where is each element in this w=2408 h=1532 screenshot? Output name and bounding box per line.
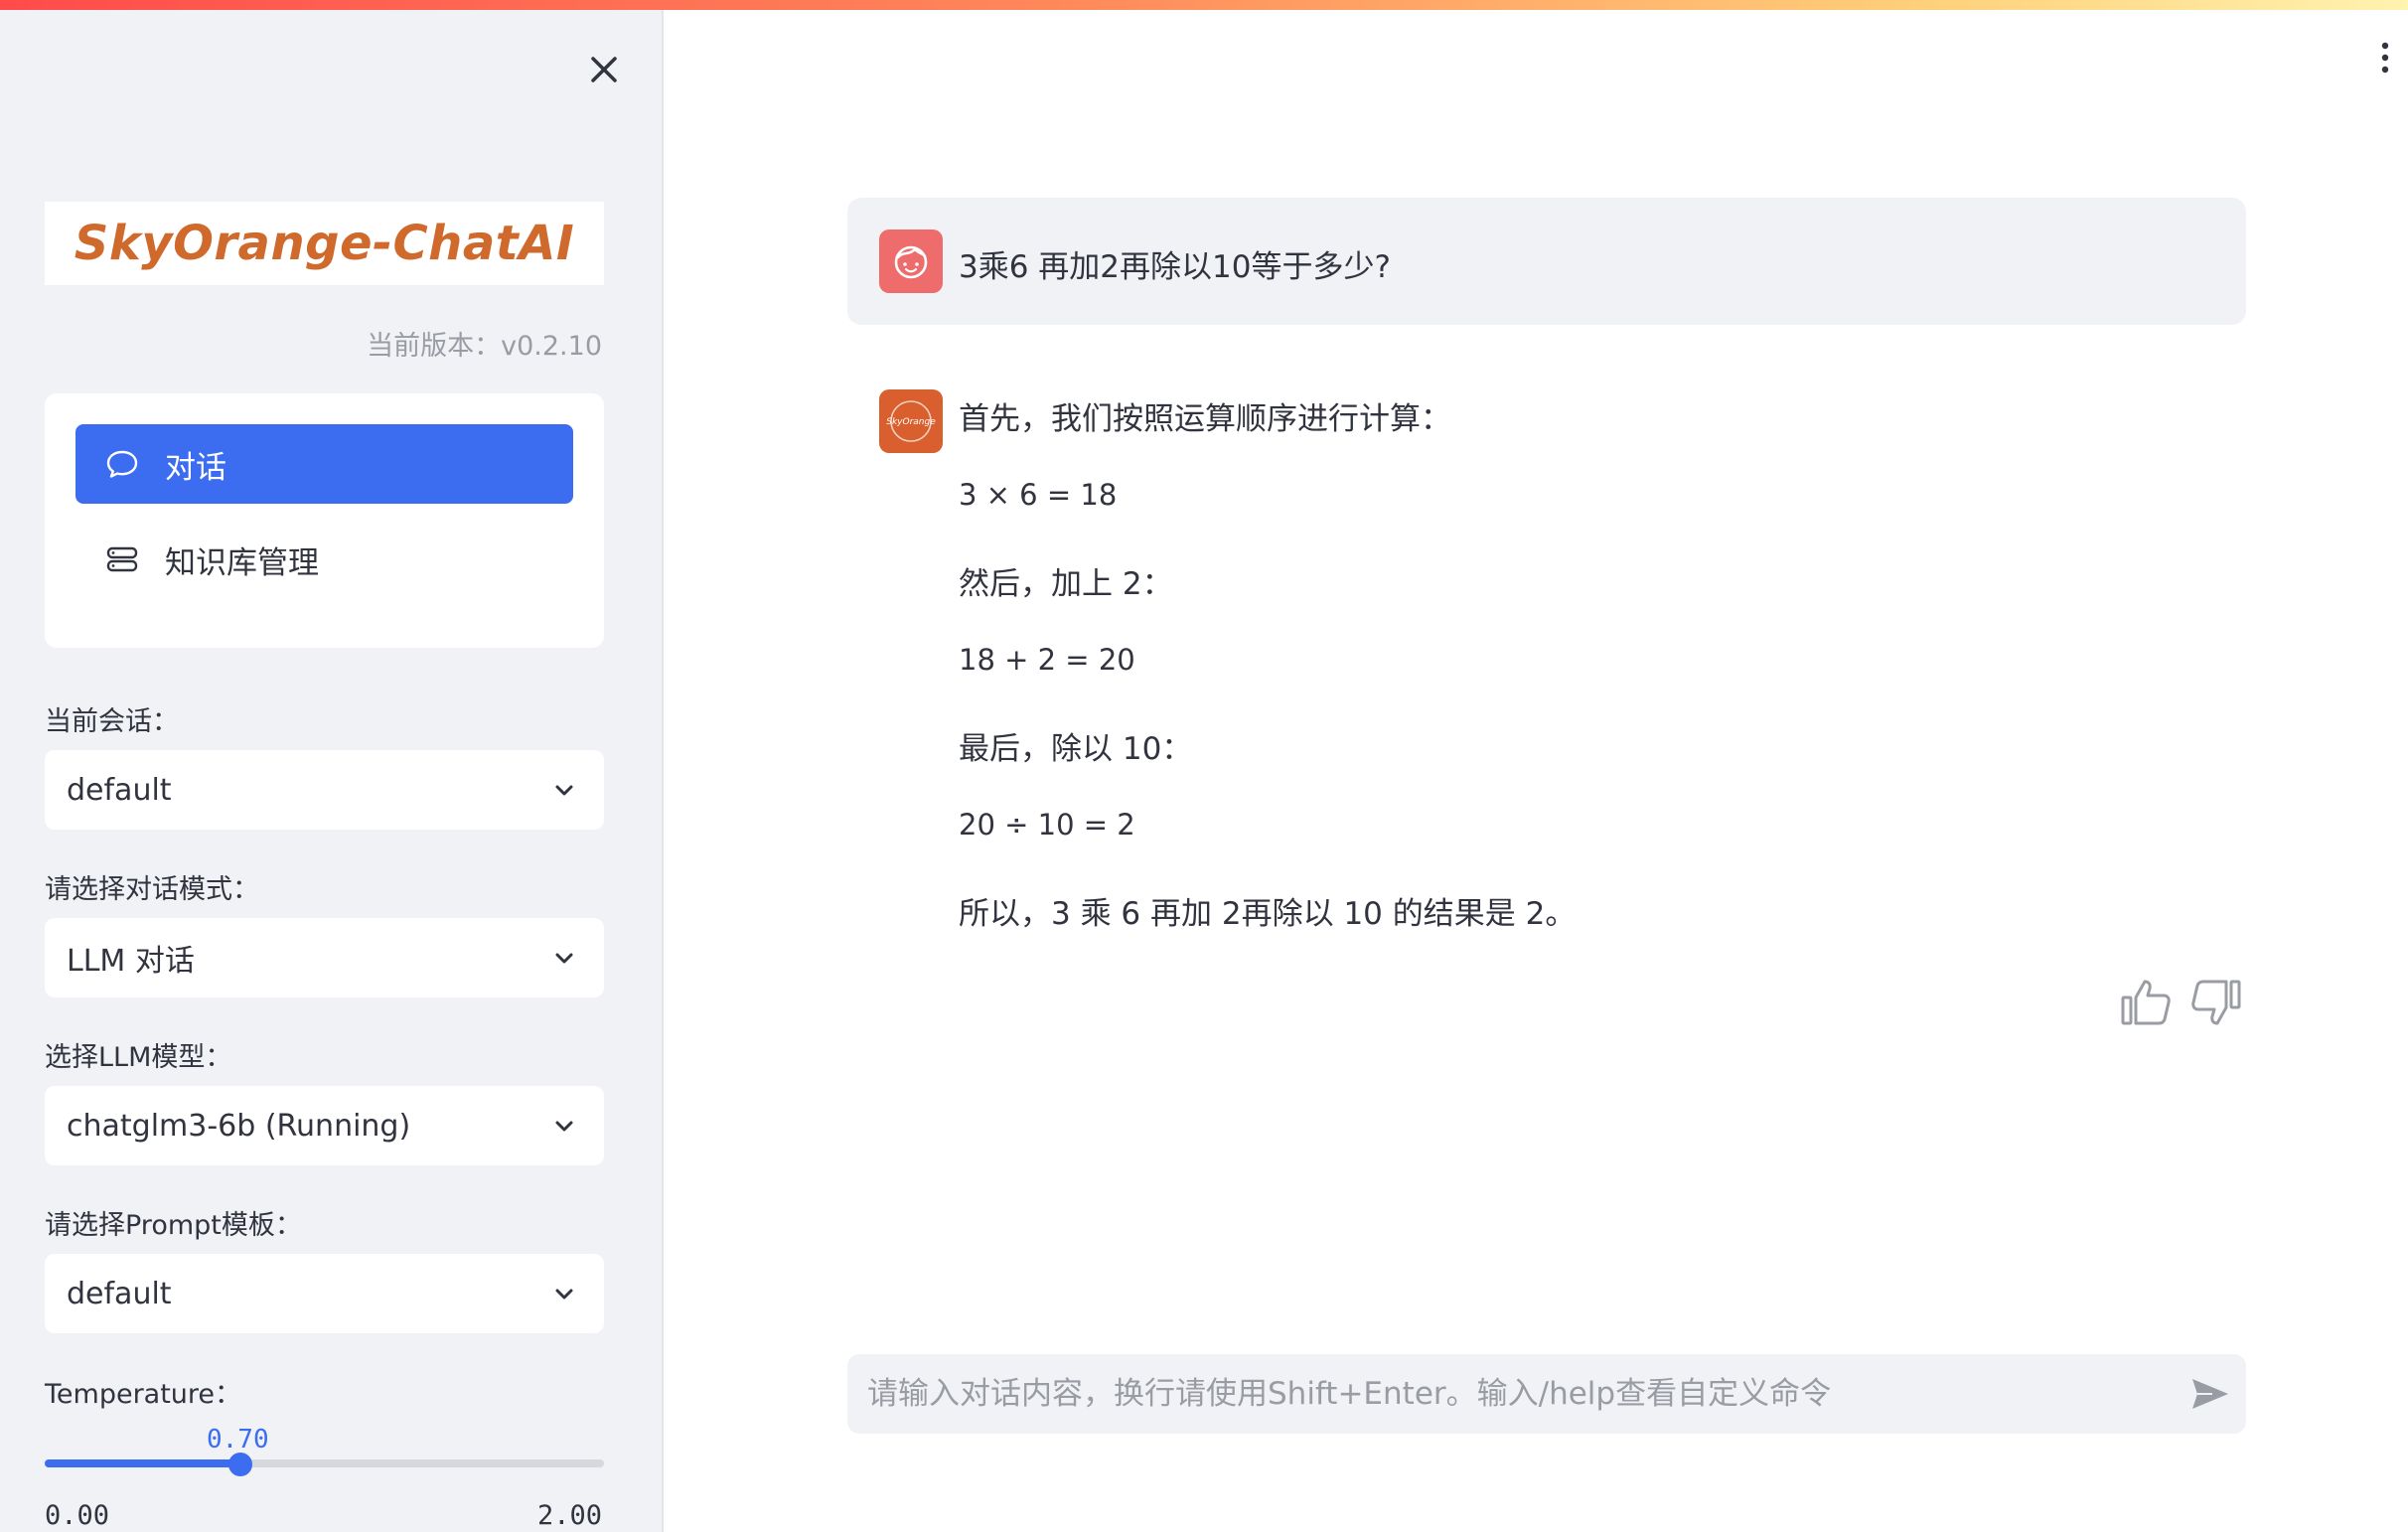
assistant-line: 20 ÷ 10 = 2 [959, 808, 1135, 842]
thumbs-down-icon [2191, 980, 2241, 1025]
assistant-line: 18 + 2 = 20 [959, 643, 1135, 677]
chevron-down-icon [555, 1121, 573, 1132]
prompt-template-select[interactable]: default [45, 1254, 604, 1333]
send-icon [2192, 1379, 2228, 1409]
mode-label: 请选择对话模式： [45, 874, 259, 905]
nav-item-chat[interactable]: 对话 [75, 424, 573, 504]
session-select[interactable]: default [45, 750, 604, 830]
assistant-line: 然后，加上 2： [959, 566, 1173, 602]
close-icon [591, 57, 617, 82]
version-text: 当前版本：v0.2.10 [367, 331, 602, 362]
temperature-slider-thumb[interactable] [228, 1453, 252, 1476]
skyorange-logo-icon: SkyOrange [886, 400, 936, 442]
temperature-slider-fill [45, 1459, 240, 1467]
user-avatar [879, 230, 943, 293]
temperature-max: 2.00 [536, 1500, 602, 1531]
send-button[interactable] [2188, 1374, 2232, 1414]
sidebar: SkyOrange-ChatAI 当前版本：v0.2.10 对话 知识库管理 当… [0, 10, 664, 1532]
top-decoration-line [0, 0, 2408, 10]
assistant-line: 首先，我们按照运算顺序进行计算： [959, 401, 1451, 437]
temperature-min: 0.00 [45, 1500, 110, 1531]
session-select-value: default [67, 772, 172, 808]
prompt-template-select-value: default [67, 1276, 172, 1311]
assistant-line: 3 × 6 = 18 [959, 478, 1118, 512]
close-sidebar-button[interactable] [584, 50, 624, 89]
temperature-value: 0.70 [207, 1425, 269, 1455]
session-label: 当前会话： [45, 706, 179, 737]
model-select[interactable]: chatglm3-6b (Running) [45, 1086, 604, 1165]
temperature-label: Temperature： [45, 1379, 242, 1410]
nav-menu: 对话 知识库管理 [45, 393, 604, 648]
nav-item-knowledge-base-label: 知识库管理 [165, 544, 319, 581]
logo: SkyOrange-ChatAI [45, 202, 604, 285]
temperature-slider-track[interactable] [45, 1459, 604, 1467]
thumbs-up-button[interactable] [2119, 976, 2173, 1029]
model-label: 选择LLM模型： [45, 1042, 232, 1073]
model-select-value: chatglm3-6b (Running) [67, 1108, 411, 1144]
thumbs-down-button[interactable] [2189, 976, 2243, 1029]
chat-input-box [847, 1354, 2246, 1434]
logo-text: SkyOrange-ChatAI [74, 216, 575, 271]
database-icon [106, 546, 138, 572]
chevron-down-icon [555, 785, 573, 796]
main-menu-button[interactable] [2374, 38, 2396, 77]
chat-input[interactable] [867, 1364, 2159, 1424]
mode-select[interactable]: LLM 对话 [45, 918, 604, 997]
assistant-line: 所以，3 乘 6 再加 2再除以 10 的结果是 2。 [959, 896, 1577, 932]
user-face-icon [894, 245, 928, 279]
nav-item-knowledge-base[interactable]: 知识库管理 [75, 520, 573, 599]
nav-item-chat-label: 对话 [165, 449, 226, 486]
user-message-text: 3乘6 再加2再除以10等于多少? [959, 249, 1391, 285]
assistant-line: 最后，除以 10： [959, 731, 1193, 767]
chat-bubble-icon [106, 450, 138, 478]
skyorange-logo-text: SkyOrange [886, 417, 936, 427]
chevron-down-icon [555, 953, 573, 964]
thumbs-up-icon [2121, 980, 2171, 1025]
assistant-avatar: SkyOrange [879, 389, 943, 453]
more-vertical-icon [2381, 42, 2389, 74]
user-message: 3乘6 再加2再除以10等于多少? [847, 198, 2246, 325]
chevron-down-icon [555, 1289, 573, 1300]
mode-select-value: LLM 对话 [67, 944, 195, 979]
prompt-template-label: 请选择Prompt模板： [45, 1210, 302, 1241]
